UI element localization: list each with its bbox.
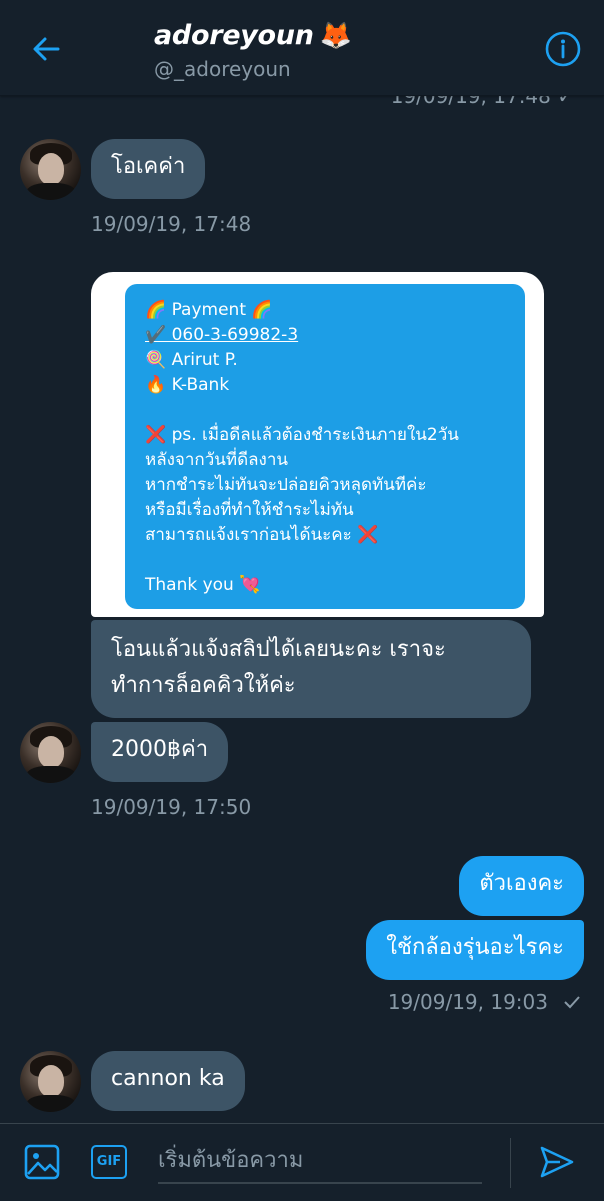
contact-display-name: adoreyoun [154, 20, 314, 51]
image-text-line: ✔️ 060-3-69982-3 [145, 325, 299, 345]
incoming-message-bubble[interactable]: โอนแล้วแจ้งสลิปได้เลยนะคะ เราจะ ทำการล็อ… [91, 620, 531, 718]
message-text: โอเคค่า [111, 154, 186, 179]
message-text: 2000฿ค่า [111, 737, 209, 762]
message-input[interactable]: เริ่มต้นข้อความ [158, 1142, 482, 1184]
gif-label: GIF [96, 1154, 122, 1169]
image-text-line: 🍭 Arirut P. [145, 350, 238, 370]
incoming-message-bubble[interactable]: 2000฿ค่า [91, 722, 229, 782]
back-arrow-icon[interactable] [26, 28, 68, 70]
avatar[interactable] [20, 139, 81, 200]
image-text-line: ❌ ps. เมื่อดีลแล้วต้องชำระเงินภายใน2วัน [145, 425, 459, 445]
image-text-line: 🔥 K-Bank [145, 375, 230, 395]
payment-image-content: 🌈 Payment 🌈 ✔️ 060-3-69982-3 🍭 Arirut P.… [125, 284, 525, 609]
message-text: ใช้กล้องรุ่นอะไรคะ [386, 935, 564, 960]
image-icon[interactable] [24, 1144, 60, 1180]
message-text: cannon ka [111, 1066, 225, 1091]
message-timestamp: 19/09/19, 17:50 [91, 795, 252, 819]
message-timestamp: 19/09/19, 19:03 [387, 990, 548, 1014]
message-composer: GIF เริ่มต้นข้อความ [0, 1123, 604, 1201]
fox-emoji-icon: 🦊 [319, 21, 352, 51]
message-text: ตัวเองคะ [479, 871, 564, 896]
incoming-message-bubble[interactable]: โอเคค่า [91, 139, 206, 199]
incoming-message-bubble[interactable]: cannon ka [91, 1051, 245, 1111]
image-text-line: หรือมีเรื่องที่ทำให้ชำระไม่ทัน [145, 500, 354, 520]
image-text-line: สามารถแจ้งเราก่อนได้นะคะ ❌ [145, 525, 379, 545]
info-icon[interactable] [544, 30, 582, 68]
gif-icon[interactable]: GIF [91, 1145, 127, 1179]
payment-image-attachment[interactable]: 🌈 Payment 🌈 ✔️ 060-3-69982-3 🍭 Arirut P.… [91, 272, 544, 617]
image-text-line: 🌈 Payment 🌈 [145, 300, 273, 320]
message-timestamp: 19/09/19, 17:48 [91, 212, 252, 236]
image-text-line: หลังจากวันที่ดีลงาน [145, 450, 289, 470]
outgoing-message-bubble[interactable]: ใช้กล้องรุ่นอะไรคะ [366, 920, 584, 980]
image-text-line: หากชำระไม่ทันจะปล่อยคิวหลุดทันทีค่ะ [145, 475, 427, 495]
send-icon[interactable] [538, 1144, 576, 1180]
sent-check-icon [564, 996, 580, 1009]
message-input-placeholder: เริ่มต้นข้อความ [158, 1148, 304, 1173]
composer-divider [510, 1138, 511, 1188]
contact-handle: @_adoreyoun [154, 57, 291, 81]
message-text-line: โอนแล้วแจ้งสลิปได้เลยนะคะ เราจะ [111, 637, 446, 662]
avatar[interactable] [20, 1051, 81, 1112]
message-text-line: ทำการล็อคคิวให้ค่ะ [111, 673, 296, 698]
image-text-line: Thank you 💘 [145, 575, 261, 595]
outgoing-message-bubble[interactable]: ตัวเองคะ [459, 856, 584, 916]
conversation-header: adoreyoun 🦊 @_adoreyoun [0, 0, 604, 96]
avatar[interactable] [20, 722, 81, 783]
contact-title[interactable]: adoreyoun 🦊 [154, 20, 352, 51]
